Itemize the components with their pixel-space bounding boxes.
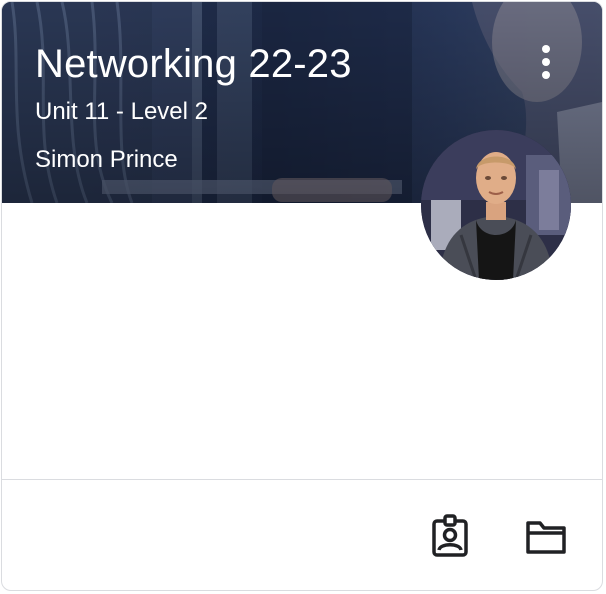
more-options-button[interactable] xyxy=(526,38,566,86)
class-card: Networking 22-23 Unit 11 - Level 2 Simon… xyxy=(1,1,603,591)
gradebook-button[interactable] xyxy=(426,512,474,560)
class-section: Unit 11 - Level 2 xyxy=(35,98,208,125)
class-folder-button[interactable] xyxy=(522,512,570,560)
class-title[interactable]: Networking 22-23 xyxy=(35,40,352,88)
card-footer xyxy=(2,480,602,590)
avatar-photo xyxy=(421,130,571,280)
teacher-name: Simon Prince xyxy=(35,146,178,173)
teacher-avatar xyxy=(421,130,571,280)
assignment-ind-icon xyxy=(432,514,468,557)
folder-icon xyxy=(526,521,566,554)
